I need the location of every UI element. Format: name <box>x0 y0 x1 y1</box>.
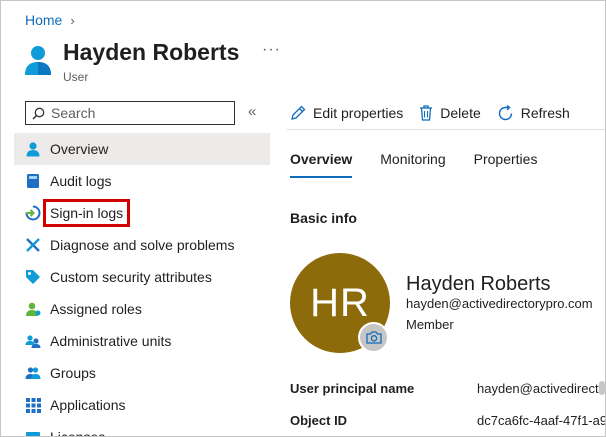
page-subtitle: User <box>63 70 89 84</box>
refresh-button[interactable]: Refresh <box>497 101 570 125</box>
page-title: Hayden Roberts <box>63 39 240 65</box>
user-icon <box>25 46 51 75</box>
delete-label: Delete <box>440 105 481 121</box>
prop-value-upn: hayden@activedirectorypro.com <box>477 381 605 396</box>
search-input[interactable] <box>51 105 221 121</box>
profile-email: hayden@activedirectorypro.com <box>406 296 593 311</box>
prop-label-object-id: Object ID <box>290 413 348 428</box>
sidebar-item-label: Audit logs <box>50 173 112 189</box>
sidebar-item-diagnose[interactable]: Diagnose and solve problems <box>14 229 270 261</box>
sidebar-item-label: Applications <box>50 397 126 413</box>
profile-role: Member <box>406 317 454 332</box>
prop-label-upn: User principal name <box>290 381 415 396</box>
command-bar: Edit properties Delete Refresh <box>290 101 586 125</box>
sidebar-item-label: Overview <box>50 141 109 157</box>
sidebar-item-applications[interactable]: Applications <box>14 389 270 421</box>
tab-overview[interactable]: Overview <box>290 151 353 178</box>
pencil-icon <box>291 105 306 120</box>
tab-monitoring[interactable]: Monitoring <box>380 151 445 178</box>
grid-icon <box>24 396 42 414</box>
sidebar-item-groups[interactable]: Groups <box>14 357 270 389</box>
profile-name: Hayden Roberts <box>406 273 551 295</box>
edit-properties-label: Edit properties <box>313 105 404 121</box>
delete-button[interactable]: Delete <box>419 101 481 125</box>
sidebar-item-label: Custom security attributes <box>50 269 212 285</box>
sidebar-item-custom-security[interactable]: Custom security attributes <box>14 261 270 293</box>
sidebar-item-label: Assigned roles <box>50 301 142 317</box>
portal-frame: Home › Hayden Roberts ··· User « Overvie… <box>0 0 606 437</box>
admin-units-icon <box>24 332 42 350</box>
change-photo-button[interactable] <box>358 322 389 353</box>
tab-properties[interactable]: Properties <box>474 151 538 178</box>
sidebar-item-overview[interactable]: Overview <box>14 133 270 165</box>
edit-properties-button[interactable]: Edit properties <box>290 101 403 125</box>
search-icon <box>32 107 45 120</box>
scrollbar[interactable] <box>599 381 605 395</box>
refresh-label: Refresh <box>520 105 570 121</box>
wrench-icon <box>24 236 42 254</box>
sidebar-item-label: Sign-in logs <box>42 199 131 227</box>
sidebar-item-audit-logs[interactable]: Audit logs <box>14 165 270 197</box>
user-icon <box>24 140 42 158</box>
sidebar-item-licenses[interactable]: Licenses <box>14 421 270 437</box>
book-icon <box>24 172 42 190</box>
collapse-menu-button[interactable]: « <box>248 103 256 120</box>
detail-tabs: Overview Monitoring Properties <box>290 151 565 178</box>
prop-value-object-id: dc7ca6fc-4aaf-47f1-a9 <box>477 413 606 428</box>
more-options-button[interactable]: ··· <box>262 41 281 59</box>
tag-icon <box>24 268 42 286</box>
sidebar-item-assigned-roles[interactable]: Assigned roles <box>14 293 270 325</box>
sidebar-item-admin-units[interactable]: Administrative units <box>14 325 270 357</box>
sidebar-item-label: Groups <box>50 365 96 381</box>
camera-icon <box>365 331 382 344</box>
sidebar-nav: Overview Audit logs Sign-in logs Diagnos… <box>14 133 270 437</box>
sidebar-item-label: Licenses <box>50 429 106 437</box>
basic-info-heading: Basic info <box>290 210 357 226</box>
breadcrumb-home-link[interactable]: Home <box>25 12 62 28</box>
sidebar-item-label: Diagnose and solve problems <box>50 237 235 253</box>
sidebar-item-label: Administrative units <box>50 333 172 349</box>
sign-in-icon <box>24 204 42 222</box>
toolbar-divider <box>287 129 605 130</box>
refresh-icon <box>498 104 512 120</box>
roles-icon <box>24 300 42 318</box>
trash-icon <box>420 105 433 121</box>
breadcrumb-chevron-icon: › <box>70 12 75 28</box>
groups-icon <box>24 364 42 382</box>
sidebar-item-sign-in-logs[interactable]: Sign-in logs <box>14 197 270 229</box>
search-box[interactable] <box>25 101 235 125</box>
breadcrumb: Home › <box>25 12 75 28</box>
license-icon <box>24 428 42 436</box>
